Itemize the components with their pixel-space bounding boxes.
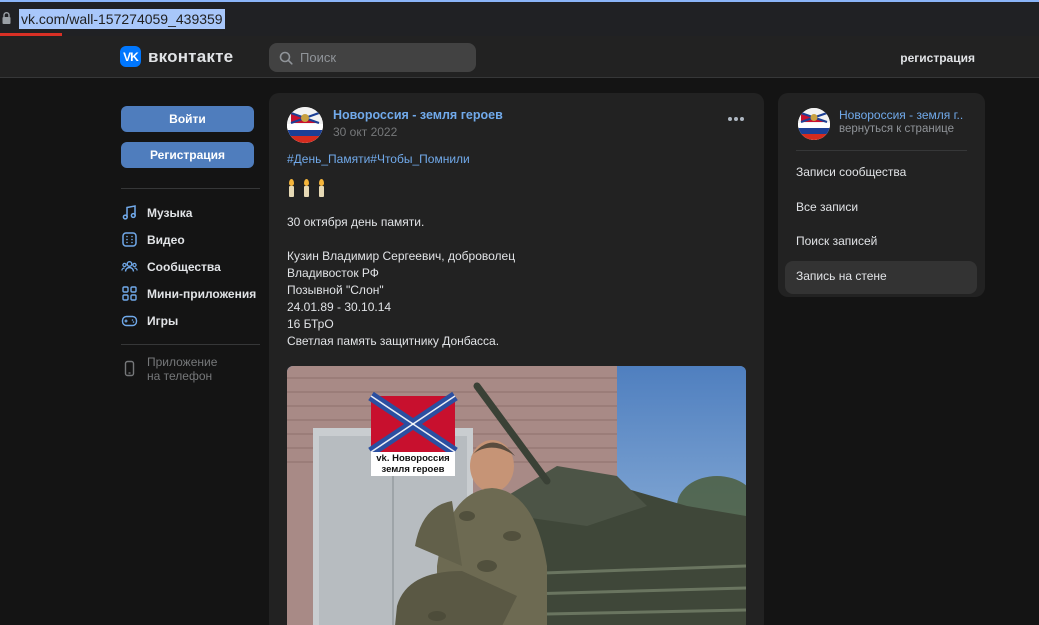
- post-line: 16 БТрО: [287, 317, 334, 331]
- vk-logo[interactable]: VK вконтакте: [120, 46, 233, 67]
- vk-logo-text: вконтакте: [148, 46, 234, 66]
- wall-post: Новороссия - земля героев 30 окт 2022 #Д…: [269, 93, 764, 625]
- phone-icon: [121, 355, 138, 380]
- post-line: 24.01.89 - 30.10.14: [287, 300, 392, 314]
- candle-emoji-row: [287, 179, 747, 199]
- sidebar-divider: [121, 344, 260, 345]
- menu-item-search-posts[interactable]: Поиск записей: [785, 226, 977, 259]
- post-line: Светлая память защитнику Донбасса.: [287, 334, 500, 348]
- left-sidebar: Войти Регистрация Музыка Видео Сообществ…: [121, 106, 260, 383]
- community-title[interactable]: Новороссия - земля г...: [839, 108, 964, 122]
- community-avatar[interactable]: [287, 107, 323, 143]
- post-header: Новороссия - земля героев 30 окт 2022: [287, 107, 503, 143]
- community-meta: Новороссия - земля г... вернуться к стра…: [839, 108, 964, 140]
- sidebar-divider: [121, 188, 260, 189]
- url-field[interactable]: vk.com/wall-157274059_439359: [19, 9, 225, 29]
- candle-icon: [317, 179, 325, 197]
- video-icon: [121, 231, 138, 248]
- signup-button[interactable]: Регистрация: [121, 142, 254, 168]
- community-link[interactable]: Новороссия - земля г... вернуться к стра…: [798, 108, 964, 140]
- mini-apps-icon: [121, 285, 138, 302]
- post-hashtags[interactable]: #День_Памяти#Чтобы_Помнили: [287, 151, 747, 168]
- menu-item-wall-post[interactable]: Запись на стене: [785, 260, 977, 294]
- post-date[interactable]: 30 окт 2022: [333, 124, 503, 141]
- communities-icon: [121, 258, 138, 275]
- music-icon: [121, 204, 138, 221]
- post-author-link[interactable]: Новороссия - земля героев: [333, 107, 503, 124]
- search-box[interactable]: [269, 43, 476, 72]
- post-text: #День_Памяти#Чтобы_Помнили 30 октября де…: [287, 151, 747, 350]
- gamepad-icon: [121, 312, 138, 329]
- vk-logo-icon: VK: [120, 46, 141, 67]
- candle-icon: [302, 179, 310, 197]
- back-to-page-link[interactable]: вернуться к странице: [839, 122, 964, 137]
- more-options-icon[interactable]: [728, 117, 744, 123]
- sidebar-item-music[interactable]: Музыка: [121, 199, 260, 226]
- mobile-app-label-line1: Приложение: [147, 355, 218, 369]
- sidebar-item-label: Сообщества: [147, 259, 221, 274]
- sidebar-item-mobile-app[interactable]: Приложение на телефон: [121, 355, 260, 383]
- post-line: Позывной "Слон": [287, 283, 384, 297]
- sidebar-item-label: Мини-приложения: [147, 286, 257, 301]
- sidebar-item-label: Видео: [147, 232, 185, 247]
- sidebar-item-communities[interactable]: Сообщества: [121, 253, 260, 280]
- sidebar-item-video[interactable]: Видео: [121, 226, 260, 253]
- sidebar-item-label: Игры: [147, 313, 179, 328]
- mobile-app-label: Приложение на телефон: [147, 355, 217, 383]
- post-line: Кузин Владимир Сергеевич, доброволец: [287, 249, 516, 263]
- browser-address-bar: vk.com/wall-157274059_439359: [0, 0, 1039, 37]
- right-panel: Новороссия - земля г... вернуться к стра…: [778, 93, 985, 297]
- search-input[interactable]: [300, 50, 470, 65]
- community-avatar: [798, 108, 830, 140]
- panel-divider: [796, 150, 967, 151]
- post-meta: Новороссия - земля героев 30 окт 2022: [333, 107, 503, 143]
- lock-icon: [2, 12, 11, 24]
- login-button[interactable]: Войти: [121, 106, 254, 132]
- sidebar-item-label: Музыка: [147, 205, 193, 220]
- site-header: VK вконтакте регистрация: [0, 36, 1039, 78]
- photo-scene: [287, 366, 746, 625]
- candle-icon: [287, 179, 295, 197]
- post-line: 30 октября день памяти.: [287, 215, 425, 229]
- post-line: Владивосток РФ: [287, 266, 379, 280]
- menu-item-community-posts[interactable]: Записи сообщества: [785, 157, 977, 190]
- sidebar-item-games[interactable]: Игры: [121, 307, 260, 334]
- sidebar-item-mini-apps[interactable]: Мини-приложения: [121, 280, 260, 307]
- watermark-line1: vk. Новороссия: [376, 453, 450, 464]
- search-icon: [279, 51, 293, 65]
- photo-watermark: vk. Новороссия земля героев: [371, 452, 455, 476]
- menu-item-all-posts[interactable]: Все записи: [785, 192, 977, 225]
- post-photo[interactable]: vk. Новороссия земля героев: [287, 366, 746, 625]
- watermark-line2: земля героев: [381, 464, 445, 475]
- wall-nav-menu: Записи сообщества Все записи Поиск запис…: [785, 157, 977, 295]
- register-link[interactable]: регистрация: [900, 51, 975, 65]
- mobile-app-label-line2: на телефон: [147, 369, 213, 383]
